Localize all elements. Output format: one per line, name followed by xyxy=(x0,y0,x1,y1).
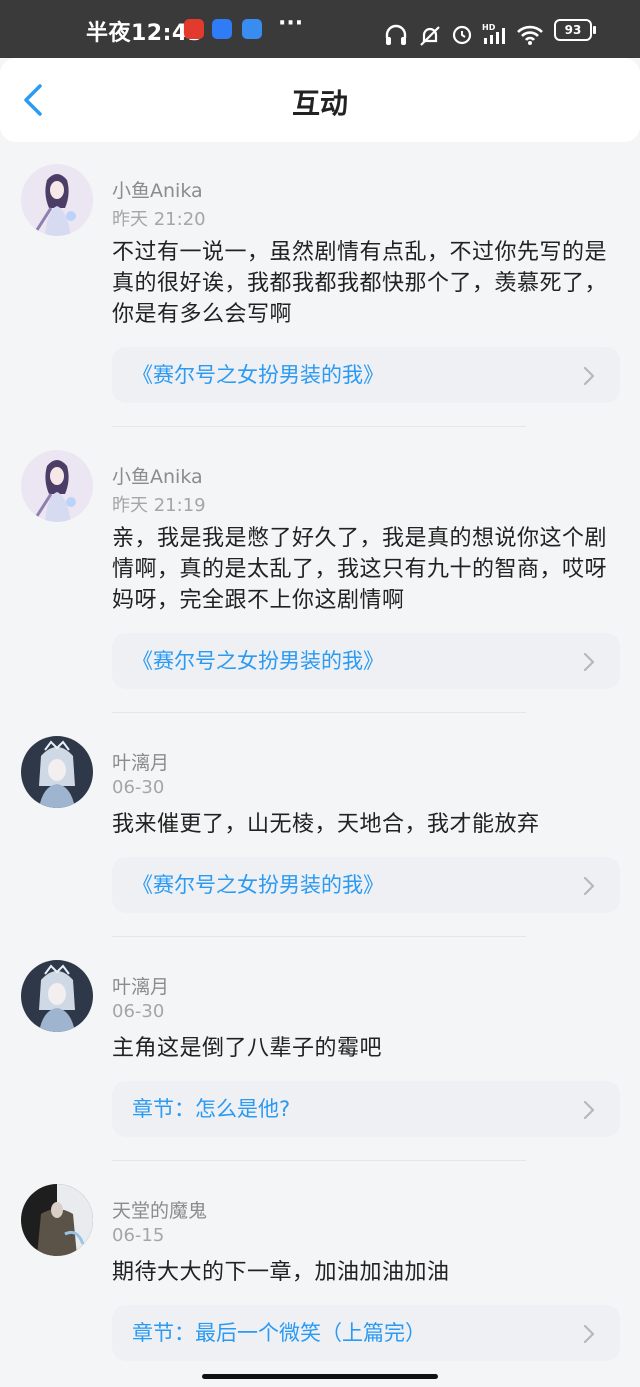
comment-source-link[interactable]: 《赛尔号之女扮男装的我》 xyxy=(112,347,620,403)
anime-girl-avatar-icon xyxy=(21,164,93,236)
avatar[interactable] xyxy=(21,736,93,808)
netease-music-icon xyxy=(184,19,204,39)
dark-demon-avatar-icon xyxy=(21,1184,93,1256)
divider xyxy=(112,712,526,713)
comment-source-label: 《赛尔号之女扮男装的我》 xyxy=(132,363,384,387)
divider xyxy=(112,1160,526,1161)
comment-time: 06-15 xyxy=(112,1225,165,1246)
alarm-icon xyxy=(452,25,472,45)
comment-author[interactable]: 小鱼Anika xyxy=(112,176,203,203)
comment-source-link[interactable]: 《赛尔号之女扮男装的我》 xyxy=(112,633,620,689)
headphones-icon xyxy=(385,24,407,45)
wifi-icon xyxy=(517,25,543,45)
comment-author[interactable]: 小鱼Anika xyxy=(112,462,203,489)
avatar[interactable] xyxy=(21,960,93,1032)
svg-text:HD: HD xyxy=(482,23,496,32)
comment-author[interactable]: 叶漓月 xyxy=(112,748,169,775)
page-header: 互动 xyxy=(0,58,640,142)
page-title: 互动 xyxy=(291,87,348,120)
comment-source-label: 章节：怎么是他? xyxy=(132,1097,291,1121)
comment-source-link[interactable]: 章节：最后一个微笑（上篇完） xyxy=(112,1305,620,1361)
comment-text: 主角这是倒了八辈子的霉吧 xyxy=(112,1036,383,1061)
comment-author[interactable]: 叶漓月 xyxy=(112,972,169,999)
comment-time: 昨天 21:19 xyxy=(112,495,206,516)
status-bar: 半夜12:43 ··· HD 93 xyxy=(0,0,640,58)
divider xyxy=(112,426,526,427)
chevron-right-icon xyxy=(583,366,595,386)
home-indicator[interactable] xyxy=(202,1374,438,1379)
signal-hd-icon: HD xyxy=(482,23,505,44)
comment-source-link[interactable]: 《赛尔号之女扮男装的我》 xyxy=(112,857,620,913)
comment-text: 亲，我是我是憋了好久了，我是真的想说你这个剧情啊，真的是太乱了，我这只有九十的智… xyxy=(112,526,608,613)
comment-source-label: 《赛尔号之女扮男装的我》 xyxy=(132,873,384,897)
divider xyxy=(112,936,526,937)
comment-time: 06-30 xyxy=(112,1001,165,1022)
chevron-right-icon xyxy=(583,876,595,896)
battery-indicator: 93 xyxy=(554,19,596,41)
more-notifications-icon: ··· xyxy=(278,11,304,36)
ice-princess-avatar-icon xyxy=(21,736,93,808)
ice-princess-avatar-icon xyxy=(21,960,93,1032)
messenger-app-icon xyxy=(212,19,232,39)
avatar[interactable] xyxy=(21,450,93,522)
comment-text: 不过有一说一，虽然剧情有点乱，不过你先写的是真的很好诶，我都我都我都快那个了，羡… xyxy=(112,240,608,327)
avatar[interactable] xyxy=(21,1184,93,1256)
chevron-right-icon xyxy=(583,652,595,672)
comment-text: 我来催更了，山无棱，天地合，我才能放弃 xyxy=(112,812,540,837)
anime-girl-avatar-icon xyxy=(21,450,93,522)
mute-bell-icon xyxy=(420,26,440,46)
comment-source-label: 《赛尔号之女扮男装的我》 xyxy=(132,649,384,673)
comment-time: 昨天 21:20 xyxy=(112,209,206,230)
chevron-right-icon xyxy=(583,1100,595,1120)
comment-source-link[interactable]: 章节：怎么是他? xyxy=(112,1081,620,1137)
chevron-right-icon xyxy=(583,1324,595,1344)
avatar[interactable] xyxy=(21,164,93,236)
comment-source-label: 章节：最后一个微笑（上篇完） xyxy=(132,1321,426,1345)
comment-author[interactable]: 天堂的魔鬼 xyxy=(112,1196,207,1223)
comment-text: 期待大大的下一章，加油加油加油 xyxy=(112,1260,450,1285)
comment-time: 06-30 xyxy=(112,777,165,798)
security-app-icon xyxy=(242,19,262,39)
